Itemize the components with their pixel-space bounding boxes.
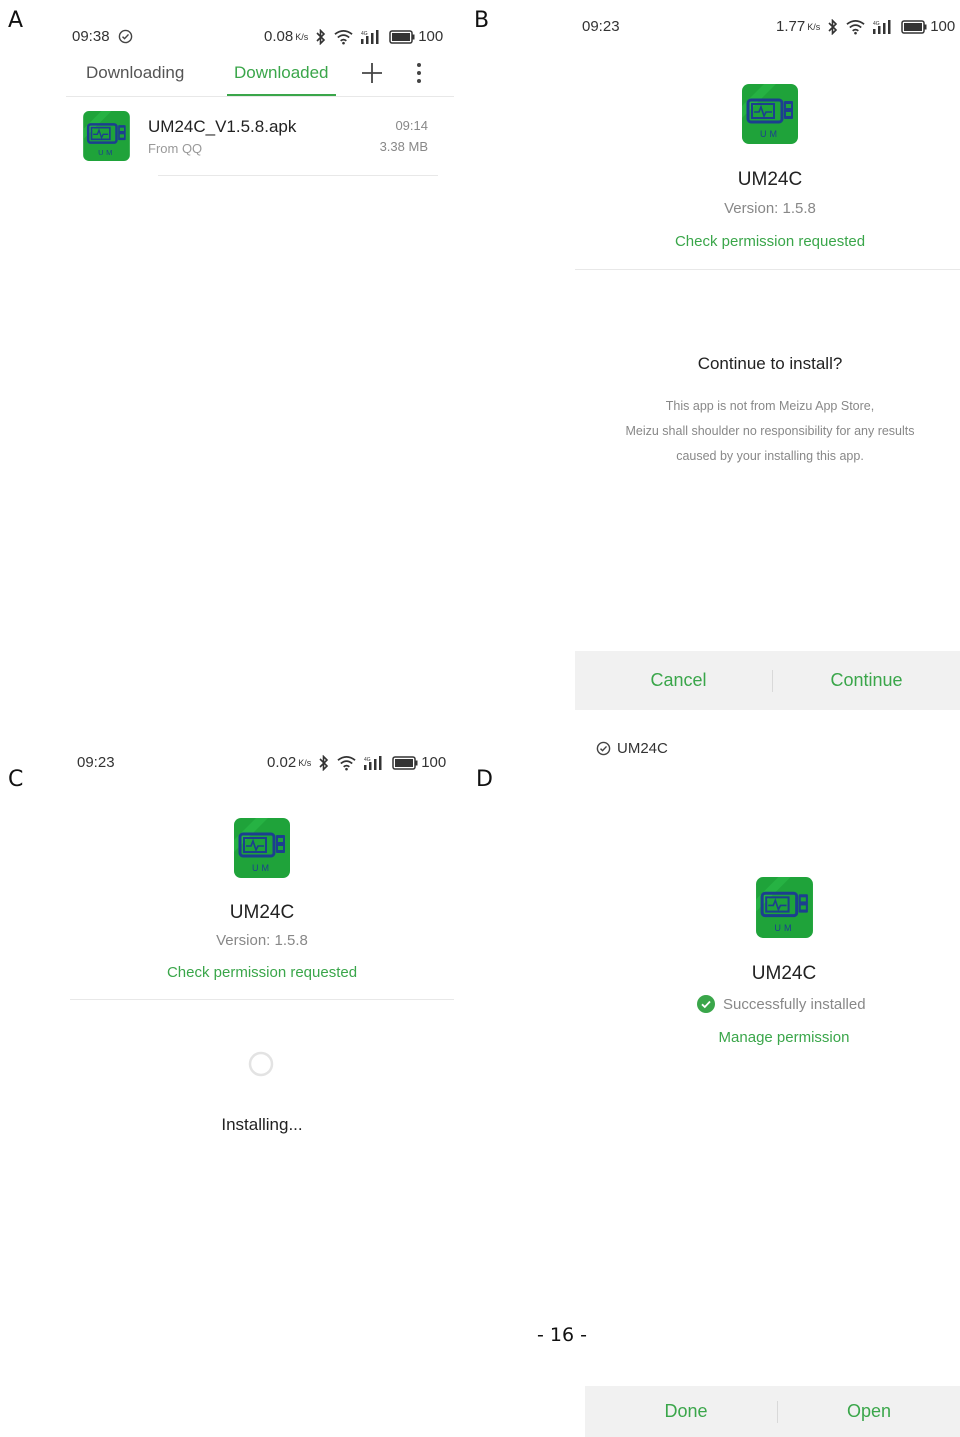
status-time-group: 09:23 — [582, 18, 620, 35]
panel-label-a: A — [8, 8, 24, 33]
cancel-button[interactable]: Cancel — [575, 670, 772, 691]
header-divider — [575, 269, 960, 270]
battery-level: 100 — [418, 28, 444, 45]
dialog-line-2: Meizu shall shoulder no responsibility f… — [625, 424, 915, 438]
app-icon — [742, 84, 798, 144]
action-bar: Done Open — [585, 1386, 960, 1437]
loading-spinner-icon — [248, 1051, 274, 1077]
open-button[interactable]: Open — [778, 1401, 960, 1422]
app-icon — [756, 877, 813, 938]
panel-label-b: B — [474, 8, 490, 33]
continue-button[interactable]: Continue — [773, 670, 960, 691]
wifi-icon — [337, 755, 356, 771]
bluetooth-icon — [828, 19, 838, 35]
bluetooth-icon — [319, 755, 329, 771]
battery-icon — [392, 756, 418, 770]
app-name: UM24C — [737, 169, 803, 190]
status-time-group: 09:38 — [72, 28, 133, 45]
status-time: 09:23 — [77, 754, 115, 771]
battery-icon — [389, 30, 415, 44]
net-speed-unit: K/s — [298, 757, 312, 768]
tabs-divider — [66, 96, 454, 97]
install-status: Successfully installed — [697, 995, 866, 1013]
net-speed: 0.02 — [267, 754, 297, 771]
status-indicators: 0.08 K/s 100 — [264, 28, 443, 45]
net-speed: 1.77 — [776, 18, 806, 35]
install-status-text: Successfully installed — [723, 995, 866, 1013]
check-permission-link[interactable]: Check permission requested — [112, 964, 412, 981]
installing-text: Installing... — [221, 1115, 303, 1134]
signal-icon — [361, 29, 381, 45]
dialog-line-1: This app is not from Meizu App Store, — [665, 399, 875, 413]
plus-icon[interactable] — [361, 62, 383, 84]
app-icon — [234, 818, 290, 878]
page-number: - 16 - — [537, 1324, 587, 1346]
tab-downloading[interactable]: Downloading — [86, 63, 184, 83]
wifi-icon — [334, 29, 353, 45]
header-divider — [70, 999, 454, 1000]
dialog-line-3: caused by your installing this app. — [676, 449, 864, 463]
battery-level: 100 — [421, 754, 447, 771]
signal-icon — [364, 755, 384, 771]
file-size: 3.38 MB — [379, 139, 428, 154]
dialog-title: Continue to install? — [697, 354, 843, 373]
status-indicators: 1.77 K/s 100 — [776, 18, 955, 35]
net-speed-unit: K/s — [295, 31, 309, 42]
wifi-icon — [846, 19, 865, 35]
app-name: UM24C — [751, 963, 817, 984]
app-version: Version: 1.5.8 — [216, 932, 308, 949]
notification-text: UM24C — [617, 740, 668, 757]
status-time: 09:38 — [72, 28, 110, 45]
file-time: 09:14 — [395, 118, 428, 133]
net-speed: 0.08 — [264, 28, 294, 45]
panel-label-d: D — [476, 767, 493, 792]
signal-icon — [873, 19, 893, 35]
file-name: UM24C_V1.5.8.apk — [148, 117, 297, 136]
done-button[interactable]: Done — [585, 1401, 777, 1422]
net-speed-unit: K/s — [807, 21, 821, 32]
bluetooth-icon — [316, 29, 326, 45]
check-circle-icon — [118, 29, 133, 44]
check-permission-link[interactable]: Check permission requested — [620, 233, 920, 250]
app-version: Version: 1.5.8 — [724, 200, 816, 217]
check-circle-icon — [596, 741, 611, 756]
manage-permission-link[interactable]: Manage permission — [634, 1029, 934, 1046]
action-bar: Cancel Continue — [575, 651, 960, 710]
status-time: 09:23 — [582, 18, 620, 35]
panel-label-c: C — [8, 767, 24, 792]
tab-downloaded[interactable]: Downloaded — [234, 63, 329, 83]
notification-bar: UM24C — [596, 740, 668, 757]
battery-level: 100 — [930, 18, 956, 35]
success-check-icon — [697, 995, 715, 1013]
status-time-group: 09:23 — [77, 754, 115, 771]
status-indicators: 0.02 K/s 100 — [267, 754, 446, 771]
more-vertical-icon[interactable] — [415, 62, 423, 84]
file-source: From QQ — [148, 141, 203, 156]
list-divider — [158, 175, 438, 176]
app-icon — [82, 111, 131, 161]
app-name: UM24C — [229, 902, 295, 923]
battery-icon — [901, 20, 927, 34]
